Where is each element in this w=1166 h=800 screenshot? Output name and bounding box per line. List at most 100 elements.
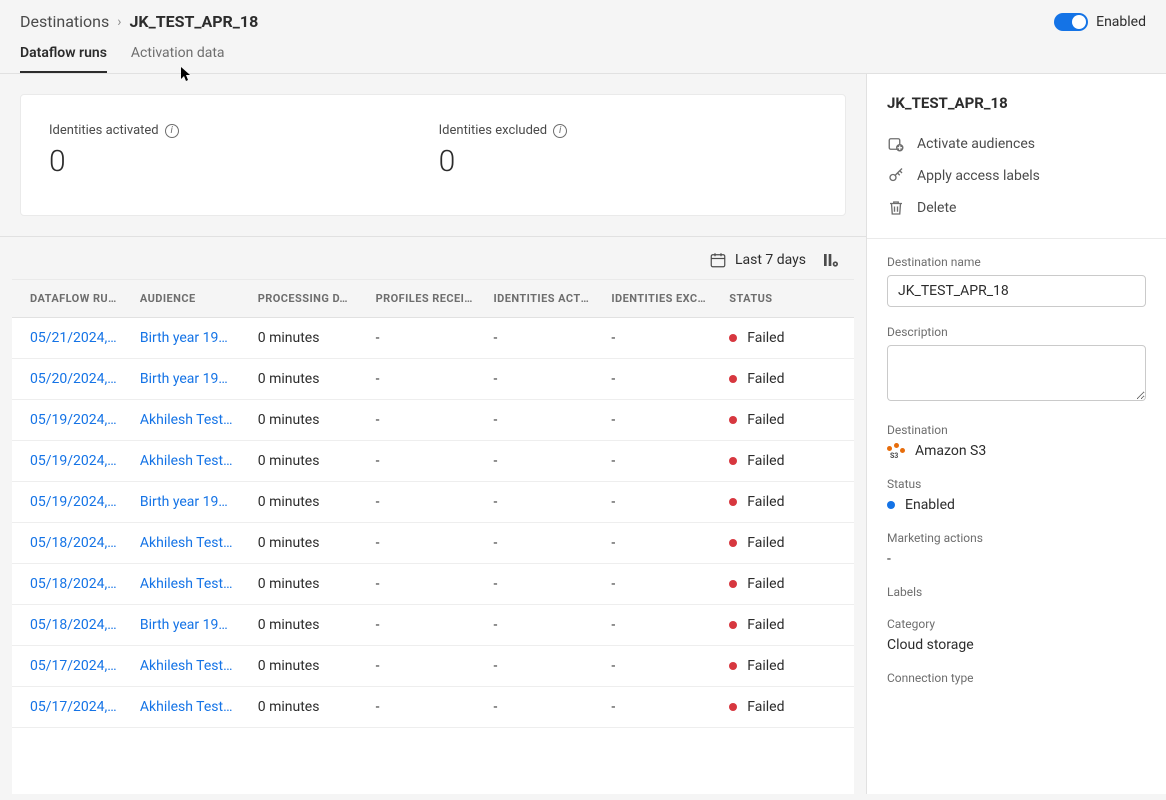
cell-status: Failed	[719, 564, 854, 605]
status-dot-icon	[729, 580, 737, 588]
cell-run-start[interactable]: 05/17/2024, 8…	[12, 687, 130, 728]
table-row[interactable]: 05/21/2024, 1…Birth year 19…0 minutes---…	[12, 318, 854, 359]
cell-profiles: -	[366, 687, 484, 728]
marketing-actions-label: Marketing actions	[887, 531, 1146, 545]
cell-audience[interactable]: Akhilesh Test…	[130, 523, 248, 564]
labels-label: Labels	[887, 585, 1146, 599]
cell-run-start[interactable]: 05/18/2024, 1…	[12, 605, 130, 646]
cell-identities-excluded: -	[601, 400, 719, 441]
cell-audience[interactable]: Birth year 19…	[130, 359, 248, 400]
breadcrumb-root[interactable]: Destinations	[20, 12, 109, 31]
cell-identities-excluded: -	[601, 482, 719, 523]
table-row[interactable]: 05/19/2024, 9…Akhilesh Test…0 minutes---…	[12, 400, 854, 441]
activate-audiences-label: Activate audiences	[917, 136, 1035, 152]
status-dot-icon	[729, 457, 737, 465]
cell-run-start[interactable]: 05/19/2024, 8…	[12, 441, 130, 482]
col-identities-excluded[interactable]: IDENTITIES EXC…	[601, 280, 719, 318]
table-row[interactable]: 05/17/2024, 9…Akhilesh Test…0 minutes---…	[12, 646, 854, 687]
cell-status: Failed	[719, 646, 854, 687]
cell-identities-activated: -	[484, 318, 602, 359]
cell-audience[interactable]: Akhilesh Test…	[130, 564, 248, 605]
tab-activation-data[interactable]: Activation data	[131, 45, 225, 73]
cell-run-start[interactable]: 05/20/2024, 1…	[12, 359, 130, 400]
cell-audience[interactable]: Akhilesh Test…	[130, 400, 248, 441]
column-config-icon[interactable]	[822, 252, 838, 268]
table-row[interactable]: 05/19/2024, 1…Birth year 19…0 minutes---…	[12, 482, 854, 523]
activate-audiences-action[interactable]: Activate audiences	[887, 128, 1146, 160]
cell-audience[interactable]: Akhilesh Test…	[130, 441, 248, 482]
cell-processing: 0 minutes	[248, 687, 366, 728]
cell-status: Failed	[719, 482, 854, 523]
status-dot-icon	[729, 498, 737, 506]
date-range-picker[interactable]: Last 7 days	[709, 251, 806, 269]
cell-identities-excluded: -	[601, 523, 719, 564]
table-row[interactable]: 05/18/2024, 1…Birth year 19…0 minutes---…	[12, 605, 854, 646]
cell-profiles: -	[366, 523, 484, 564]
cell-run-start[interactable]: 05/19/2024, 1…	[12, 482, 130, 523]
cell-profiles: -	[366, 482, 484, 523]
cell-status: Failed	[719, 400, 854, 441]
cell-status: Failed	[719, 318, 854, 359]
cell-processing: 0 minutes	[248, 318, 366, 359]
col-identities-activated[interactable]: IDENTITIES ACTI…	[484, 280, 602, 318]
table-row[interactable]: 05/18/2024, 9…Akhilesh Test…0 minutes---…	[12, 523, 854, 564]
status-dot-icon	[729, 416, 737, 424]
cell-audience[interactable]: Birth year 19…	[130, 482, 248, 523]
status-dot-icon	[729, 621, 737, 629]
cell-identities-excluded: -	[601, 687, 719, 728]
status-dot-icon	[887, 501, 895, 509]
amazon-s3-icon: S3	[887, 443, 907, 459]
cell-identities-activated: -	[484, 687, 602, 728]
cell-status: Failed	[719, 605, 854, 646]
cell-identities-excluded: -	[601, 564, 719, 605]
identities-activated-value: 0	[49, 144, 179, 179]
cell-status: Failed	[719, 359, 854, 400]
table-row[interactable]: 05/20/2024, 1…Birth year 19…0 minutes---…	[12, 359, 854, 400]
cell-audience[interactable]: Akhilesh Test…	[130, 687, 248, 728]
col-processing[interactable]: PROCESSING D…	[248, 280, 366, 318]
cell-run-start[interactable]: 05/17/2024, 9…	[12, 646, 130, 687]
metrics-card: Identities activated i 0 Identities excl…	[20, 94, 846, 216]
cell-status: Failed	[719, 523, 854, 564]
cell-processing: 0 minutes	[248, 482, 366, 523]
status-dot-icon	[729, 662, 737, 670]
col-profiles[interactable]: PROFILES RECEI…	[366, 280, 484, 318]
col-status[interactable]: STATUS	[719, 280, 854, 318]
cell-status: Failed	[719, 441, 854, 482]
calendar-icon	[709, 251, 727, 269]
description-input[interactable]	[887, 345, 1146, 401]
cell-run-start[interactable]: 05/18/2024, 9…	[12, 523, 130, 564]
apply-access-labels-action[interactable]: Apply access labels	[887, 160, 1146, 192]
delete-action[interactable]: Delete	[887, 192, 1146, 224]
apply-access-labels-label: Apply access labels	[917, 168, 1040, 184]
status-dot-icon	[729, 703, 737, 711]
cell-identities-activated: -	[484, 605, 602, 646]
cell-audience[interactable]: Birth year 19…	[130, 605, 248, 646]
col-audience[interactable]: AUDIENCE	[130, 280, 248, 318]
marketing-actions-value: -	[887, 551, 1146, 567]
cell-processing: 0 minutes	[248, 359, 366, 400]
table-row[interactable]: 05/19/2024, 8…Akhilesh Test…0 minutes---…	[12, 441, 854, 482]
cell-audience[interactable]: Akhilesh Test…	[130, 646, 248, 687]
status-label: Status	[887, 477, 1146, 491]
dataflow-runs-table: DATAFLOW RUN… AUDIENCE PROCESSING D… PRO…	[12, 280, 854, 728]
info-icon[interactable]: i	[553, 124, 567, 138]
cell-identities-activated: -	[484, 441, 602, 482]
table-row[interactable]: 05/18/2024, 8…Akhilesh Test…0 minutes---…	[12, 564, 854, 605]
info-icon[interactable]: i	[165, 124, 179, 138]
cell-run-start[interactable]: 05/21/2024, 1…	[12, 318, 130, 359]
col-run-start[interactable]: DATAFLOW RUN…	[12, 280, 130, 318]
date-range-label: Last 7 days	[735, 252, 806, 268]
trash-icon	[887, 199, 905, 217]
cell-audience[interactable]: Birth year 19…	[130, 318, 248, 359]
delete-label: Delete	[917, 200, 956, 216]
cell-identities-activated: -	[484, 400, 602, 441]
description-label: Description	[887, 325, 1146, 339]
cell-identities-activated: -	[484, 523, 602, 564]
table-row[interactable]: 05/17/2024, 8…Akhilesh Test…0 minutes---…	[12, 687, 854, 728]
cell-run-start[interactable]: 05/18/2024, 8…	[12, 564, 130, 605]
destination-name-input[interactable]	[887, 275, 1146, 307]
cell-run-start[interactable]: 05/19/2024, 9…	[12, 400, 130, 441]
enabled-toggle[interactable]	[1054, 13, 1088, 31]
tab-dataflow-runs[interactable]: Dataflow runs	[20, 45, 107, 73]
